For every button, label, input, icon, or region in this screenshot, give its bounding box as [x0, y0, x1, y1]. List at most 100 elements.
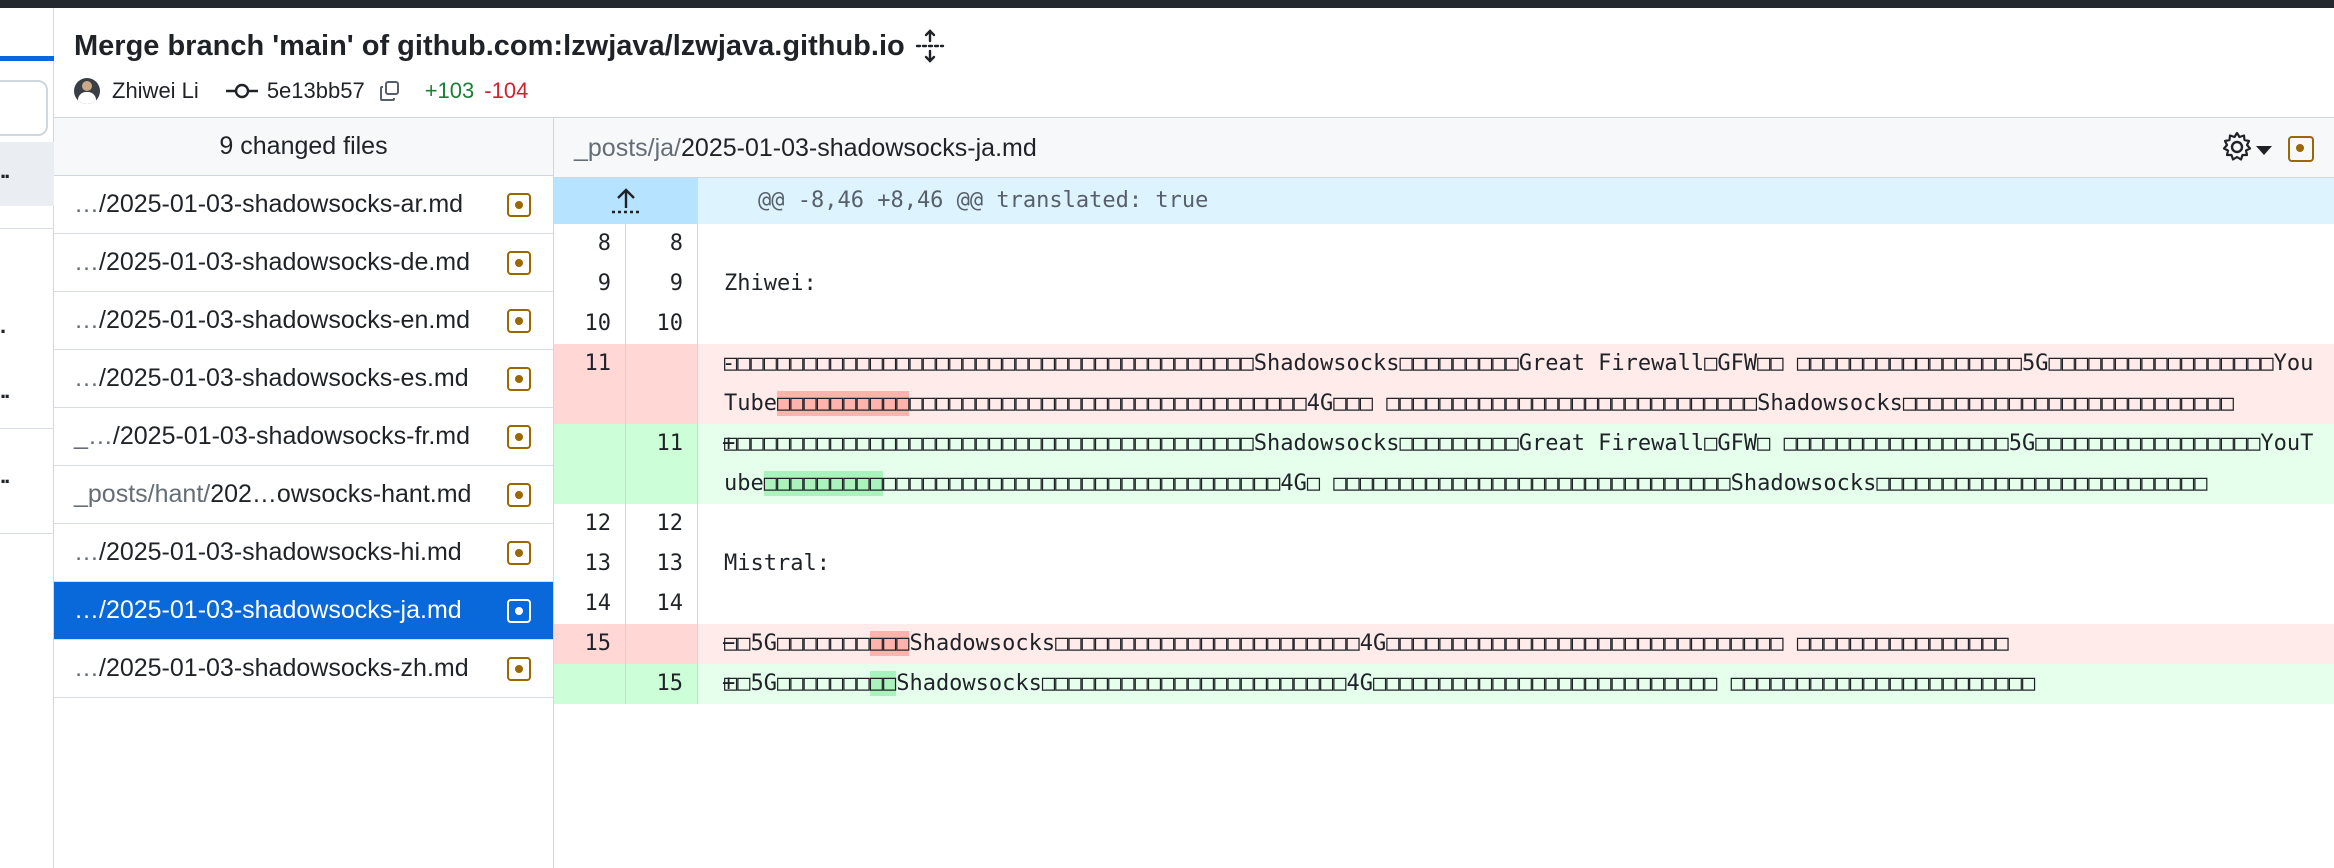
new-line-number[interactable]: 13 [626, 544, 698, 584]
old-line-number[interactable]: 13 [554, 544, 626, 584]
addition-sign: + [722, 671, 736, 696]
file-path-prefix: _… [74, 422, 113, 450]
collapsed-side-panel: .. . .. .. [0, 8, 54, 868]
deletions-count: -104 [484, 78, 529, 103]
file-item[interactable]: …/2025-01-03-shadowsocks-es.md [54, 350, 553, 408]
old-line-number[interactable]: 9 [554, 264, 626, 304]
diff-view: _posts/ja/2025-01-03-shadowsocks-ja.md @… [554, 118, 2334, 868]
copy-icon[interactable] [379, 80, 401, 102]
changed-files-panel: 9 changed files …/2025-01-03-shadowsocks… [54, 118, 554, 868]
commit-sha[interactable]: 5e13bb57 [267, 78, 365, 104]
old-line-number[interactable] [554, 424, 626, 504]
expand-up-button[interactable] [554, 178, 698, 224]
addition-sign: + [722, 431, 736, 456]
line-text: Zhiwei: [724, 271, 817, 296]
file-item[interactable]: …/2025-01-03-shadowsocks-zh.md [54, 640, 553, 698]
file-item[interactable]: …/2025-01-03-shadowsocks-de.md [54, 234, 553, 292]
line-text: □□□□□□□□□□□□□□□□□□□□□□□□□□□□□□□□□□□□□□□□… [698, 344, 2334, 424]
file-modified-icon [507, 483, 531, 507]
panel-divider [0, 533, 54, 534]
old-line-number[interactable] [554, 664, 626, 704]
line-text [698, 504, 2334, 544]
diff-line: 13 13 Mistral: [554, 544, 2334, 584]
diff-line: 14 14 [554, 584, 2334, 624]
old-line-number[interactable]: 8 [554, 224, 626, 264]
hunk-header: @@ -8,46 +8,46 @@ translated: true [554, 178, 2334, 224]
new-line-number[interactable]: 14 [626, 584, 698, 624]
line-text-part: □□□□□□□□□□□□□□□□□□□□□□□□□□□□□□4G□□□ □□□□… [909, 391, 2234, 416]
new-line-number[interactable]: 11 [626, 424, 698, 504]
line-text-part: Shadowsocks□□□□□□□□□□□□□□□□□□□□□□□4G□□□□… [909, 631, 2009, 656]
file-item[interactable]: …/2025-01-03-shadowsocks-hi.md [54, 524, 553, 582]
commit-author[interactable]: Zhiwei Li [112, 78, 199, 104]
file-name: /2025-01-03-shadowsocks-en.md [99, 306, 471, 334]
file-name: /2025-01-03-shadowsocks-zh.md [99, 654, 469, 682]
expand-up-icon [612, 188, 640, 214]
old-line-number[interactable]: 12 [554, 504, 626, 544]
new-line-number[interactable]: 12 [626, 504, 698, 544]
panel-divider [0, 228, 54, 229]
line-text-part: Shadowsocks□□□□□□□□□□□□□□□□□□□□□□□4G□□□□… [896, 671, 2036, 696]
file-name: /2025-01-03-shadowsocks-hi.md [99, 538, 462, 566]
gear-icon[interactable] [2220, 130, 2254, 164]
diff-line: 12 12 [554, 504, 2334, 544]
panel-accent [0, 56, 54, 61]
new-line-number[interactable] [626, 624, 698, 664]
new-line-number[interactable]: 10 [626, 304, 698, 344]
old-line-number[interactable]: 14 [554, 584, 626, 624]
diff-line: 9 9 Zhiwei: [554, 264, 2334, 304]
new-line-number[interactable]: 15 [626, 664, 698, 704]
new-line-number[interactable]: 9 [626, 264, 698, 304]
file-modified-icon [507, 599, 531, 623]
old-line-number[interactable]: 15 [554, 624, 626, 664]
panel-input-box[interactable] [0, 80, 48, 136]
diff-line: 8 8 [554, 224, 2334, 264]
deleted-line: 11 - □□□□□□□□□□□□□□□□□□□□□□□□□□□□□□□□□□□… [554, 344, 2334, 424]
file-modified-icon [507, 251, 531, 275]
old-line-number[interactable]: 11 [554, 344, 626, 424]
chevron-down-icon[interactable] [2256, 146, 2272, 155]
file-item-selected[interactable]: …/2025-01-03-shadowsocks-ja.md [54, 582, 553, 640]
file-path-prefix: … [74, 190, 99, 218]
file-path-prefix: … [74, 248, 99, 276]
line-text [698, 224, 2334, 264]
new-line-number[interactable]: 8 [626, 224, 698, 264]
added-line: 15 + □□5G□□□□□□□□□Shadowsocks□□□□□□□□□□□… [554, 664, 2334, 704]
line-text: □□□□□□□□□□□□□□□□□□□□□□□□□□□□□□□□□□□□□□□□… [698, 424, 2334, 504]
git-commit-icon [225, 83, 258, 99]
avatar[interactable] [74, 78, 100, 104]
file-modified-icon [2288, 136, 2314, 162]
deleted-word-highlight: □□□ [869, 631, 910, 656]
deletion-sign: − [722, 631, 736, 656]
file-name: 202…owsocks-hant.md [210, 480, 472, 508]
old-line-number[interactable]: 10 [554, 304, 626, 344]
deleted-word-highlight: □□□□□□□□□□ [776, 391, 910, 416]
file-name: /2025-01-03-shadowsocks-de.md [99, 248, 471, 276]
file-item[interactable]: …/2025-01-03-shadowsocks-ar.md [54, 176, 553, 234]
line-text-part: □□5G□□□□□□□ [724, 671, 870, 696]
file-path-prefix: … [74, 654, 99, 682]
diff-content: @@ -8,46 +8,46 @@ translated: true 8 8 9… [554, 178, 2334, 704]
truncation-dots: . [0, 313, 6, 338]
panel-divider [0, 428, 54, 429]
file-modified-icon [507, 541, 531, 565]
file-item[interactable]: _…/2025-01-03-shadowsocks-fr.md [54, 408, 553, 466]
file-modified-icon [507, 657, 531, 681]
diff-path-name: 2025-01-03-shadowsocks-ja.md [681, 134, 1037, 162]
file-item[interactable]: _posts/hant/202…owsocks-hant.md [54, 466, 553, 524]
added-word-highlight: □□□□□□□□□ [763, 471, 883, 496]
move-icon[interactable] [912, 28, 948, 64]
file-name: /2025-01-03-shadowsocks-ar.md [99, 190, 464, 218]
commit-title: Merge branch 'main' of github.com:lzwjav… [74, 30, 905, 62]
line-text: □□5G□□□□□□□□□□Shadowsocks□□□□□□□□□□□□□□□… [698, 624, 2334, 664]
line-text: □□5G□□□□□□□□□Shadowsocks□□□□□□□□□□□□□□□□… [698, 664, 2334, 704]
file-name: /2025-01-03-shadowsocks-ja.md [99, 596, 462, 624]
top-bar [0, 0, 2334, 8]
file-path-prefix: … [74, 364, 99, 392]
file-path-prefix: … [74, 538, 99, 566]
file-item[interactable]: …/2025-01-03-shadowsocks-en.md [54, 292, 553, 350]
file-path-prefix: _posts/hant/ [74, 480, 211, 508]
additions-count: +103 [424, 78, 475, 103]
added-word-highlight: □□ [869, 671, 897, 696]
new-line-number[interactable] [626, 344, 698, 424]
